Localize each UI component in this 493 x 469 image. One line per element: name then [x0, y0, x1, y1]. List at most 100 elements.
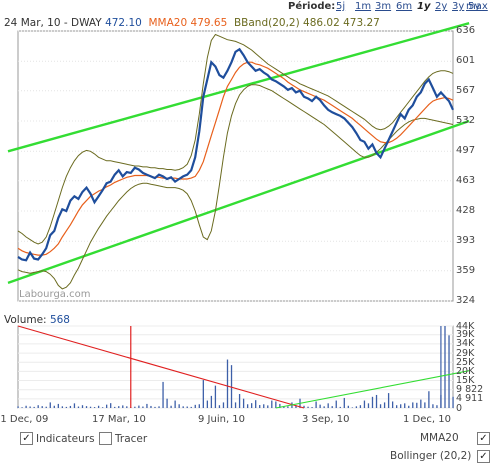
volume-y-tick: 20K	[456, 365, 475, 377]
volume-bar	[347, 405, 349, 408]
volume-bar	[202, 380, 204, 408]
period-max[interactable]: max	[466, 0, 488, 14]
volume-bar	[25, 405, 27, 408]
volume-bar	[97, 405, 100, 408]
legend-mma-value: 479.65	[190, 17, 228, 29]
legend-price: 472.10	[105, 17, 142, 29]
volume-bar	[379, 404, 382, 408]
volume-y-tick: 9 822	[456, 384, 484, 396]
volume-bar	[182, 406, 184, 408]
volume-bar	[114, 406, 116, 408]
volume-bar	[69, 405, 72, 408]
tracer-box[interactable]	[99, 432, 112, 445]
volume-bar	[77, 406, 80, 408]
volume-bar	[73, 403, 76, 408]
volume-legend: Volume: 568	[4, 314, 70, 326]
tracer-checkbox[interactable]: Tracer	[99, 432, 147, 445]
volume-bar	[323, 406, 325, 408]
volume-bar	[190, 406, 192, 408]
volume-bar	[246, 404, 249, 408]
volume-bar	[311, 407, 313, 408]
volume-bar	[424, 402, 426, 408]
volume-bar	[275, 401, 277, 408]
volume-bar	[49, 402, 51, 408]
volume-bar	[65, 406, 68, 408]
tracer-label: Tracer	[115, 432, 148, 445]
legend-bband-lower: 473.27	[343, 17, 380, 29]
legend-bband-label: BBand(20,2)	[233, 17, 300, 29]
mma20-checkbox[interactable]: ✓	[477, 432, 490, 445]
indicateurs-check-icon[interactable]: ✓	[20, 432, 33, 445]
price-plot-frame	[17, 30, 454, 302]
volume-bar	[214, 385, 217, 408]
period-6m[interactable]: 6m	[396, 0, 412, 14]
volume-bar	[371, 396, 374, 408]
period-2y[interactable]: 2y	[435, 0, 447, 14]
volume-bar	[319, 404, 321, 408]
volume-bar	[400, 404, 402, 408]
volume-bar	[375, 394, 378, 408]
volume-bar	[81, 405, 84, 408]
x-tick-label: 17 Mar, 10	[92, 414, 146, 425]
price-y-tick: 636	[456, 25, 476, 36]
watermark: Labourga.com	[19, 289, 91, 300]
volume-y-tick: 15K	[456, 375, 475, 387]
mma20-check-icon[interactable]: ✓	[477, 432, 490, 445]
volume-y-tick: 39K	[456, 329, 475, 341]
x-tick-label: 21 Dec, 09	[0, 414, 49, 425]
bollinger-option-label: Bollinger (20,2)	[390, 450, 472, 462]
volume-label: Volume:	[4, 314, 47, 326]
volume-bar	[85, 406, 88, 408]
volume-bar	[33, 406, 35, 408]
period-1y[interactable]: 1y	[417, 0, 430, 14]
legend-date: 24 Mar, 10	[4, 17, 61, 29]
legend-ticker: DWAY	[71, 17, 102, 29]
volume-bar	[315, 401, 317, 408]
volume-bar	[158, 406, 160, 408]
volume-bar	[307, 406, 309, 408]
volume-bar	[383, 402, 386, 408]
indicateurs-checkbox[interactable]: ✓ Indicateurs	[20, 432, 95, 445]
volume-y-tick: 34K	[456, 338, 475, 350]
volume-bar	[432, 404, 434, 408]
volume-bar	[37, 405, 39, 408]
volume-bar	[396, 405, 398, 408]
period-5j[interactable]: 5j	[336, 0, 345, 14]
period-3m[interactable]: 3m	[375, 0, 391, 14]
volume-bar	[387, 393, 390, 408]
volume-bar	[134, 406, 136, 408]
volume-bar	[194, 404, 196, 408]
volume-bar	[206, 400, 209, 408]
volume-bar	[122, 405, 124, 408]
chart-legend: 24 Mar, 10 - DWAY 472.10 MMA20 479.65 BB…	[4, 17, 380, 29]
volume-bar	[242, 398, 245, 408]
period-1m[interactable]: 1m	[355, 0, 371, 14]
volume-bar	[259, 405, 261, 408]
price-y-tick: 567	[456, 84, 476, 96]
volume-bar	[154, 406, 156, 408]
bollinger-checkbox[interactable]: ✓	[477, 450, 490, 463]
volume-bar	[416, 402, 418, 408]
volume-bar	[452, 396, 454, 408]
volume-bar	[41, 406, 43, 408]
volume-bar	[428, 391, 430, 408]
volume-bar	[226, 359, 229, 408]
volume-bar	[404, 403, 406, 408]
legend-mma-label: MMA20	[148, 17, 188, 29]
chart-canvas[interactable]	[0, 0, 493, 469]
volume-bar	[234, 402, 237, 408]
volume-plot-frame	[17, 325, 454, 409]
price-y-tick: 532	[456, 115, 476, 126]
volume-bar	[238, 394, 241, 408]
volume-bar	[186, 406, 188, 408]
volume-y-tick: 25K	[456, 356, 475, 368]
volume-bar	[89, 406, 92, 408]
volume-bar	[251, 403, 253, 408]
volume-bar	[343, 397, 345, 408]
period-3y[interactable]: 3y	[452, 0, 464, 14]
volume-bar	[198, 404, 200, 408]
price-y-tick: 428	[456, 205, 476, 216]
legend-bband-upper: 486.02	[303, 17, 340, 29]
volume-value: 568	[49, 314, 70, 326]
bollinger-check-icon[interactable]: ✓	[477, 450, 490, 463]
